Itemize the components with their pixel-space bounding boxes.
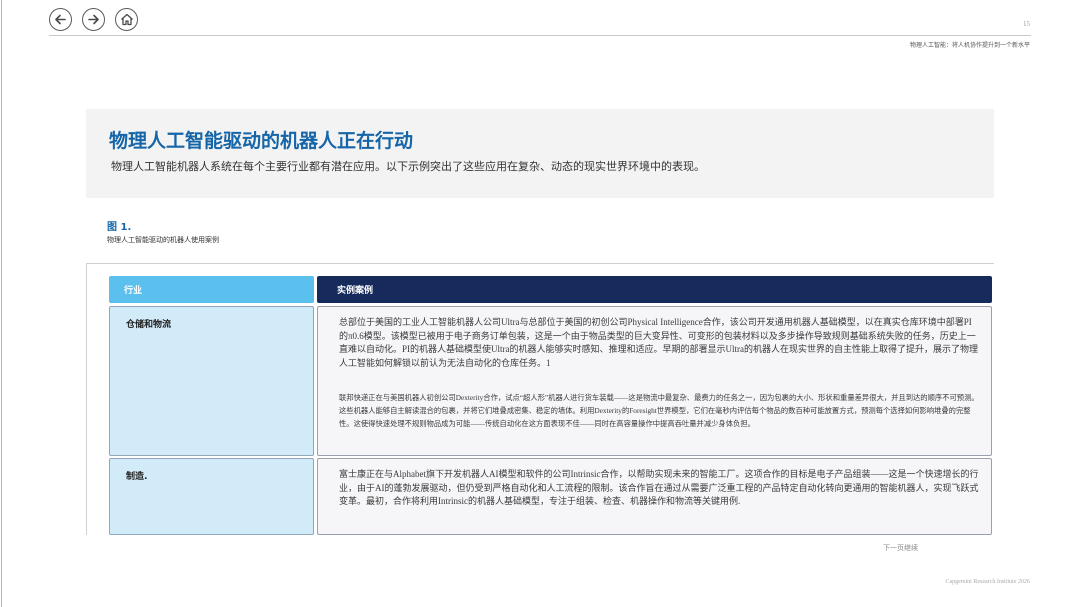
figure-caption: 物理人工智能驱动的机器人使用案例: [107, 236, 219, 244]
column-header-industry-label: 行业: [124, 286, 143, 296]
back-button[interactable]: [49, 8, 72, 31]
industry-label: 制造.: [126, 472, 148, 482]
forward-button[interactable]: [82, 8, 105, 31]
section-intro-text: 物理人工智能机器人系统在每个主要行业都有潜在应用。以下示例突出了这些应用在复杂、…: [111, 160, 705, 173]
arrow-left-icon: [55, 14, 66, 25]
section-title: 物理人工智能驱动的机器人正在行动: [109, 130, 414, 152]
case-paragraph: 联邦快递正在与美国机器人初创公司Dexterity合作，试点“超人形”机器人进行…: [339, 393, 979, 428]
intro-panel: 物理人工智能驱动的机器人正在行动 物理人工智能机器人系统在每个主要行业都有潜在应…: [86, 109, 994, 198]
column-header-cases: 实例案例: [317, 276, 992, 303]
arrow-right-icon: [88, 14, 99, 25]
footer-credit: Capgemini Research Institute 2026: [945, 579, 1030, 585]
column-header-industry: 行业: [109, 276, 314, 303]
case-cell-manufacturing: 富士康正在与Alphabet旗下开发机器人AI模型和软件的公司Intrinsic…: [317, 458, 992, 535]
industry-cell-manufacturing: 制造.: [109, 458, 314, 535]
case-cell-warehouse: 总部位于美国的工业人工智能机器人公司Ultra与总部位于美国的初创公司Physi…: [317, 306, 992, 456]
home-icon: [120, 13, 133, 26]
page-number: 15: [1023, 20, 1030, 28]
industry-label: 仓储和物流: [126, 320, 172, 330]
continue-note: 下一页继续: [883, 544, 918, 552]
figure-label: 图 1.: [107, 222, 132, 233]
home-button[interactable]: [115, 8, 138, 31]
case-paragraph: 富士康正在与Alphabet旗下开发机器人AI模型和软件的公司Intrinsic…: [339, 469, 979, 506]
case-paragraph: 总部位于美国的工业人工智能机器人公司Ultra与总部位于美国的初创公司Physi…: [339, 317, 978, 368]
industry-cell-warehouse: 仓储和物流: [109, 306, 314, 456]
figure-side-rule: [86, 263, 87, 535]
figure-divider: [86, 263, 994, 264]
document-title: 物理人工智能：将人机协作提升到一个新水平: [909, 42, 1030, 49]
header-divider: [49, 35, 1031, 36]
column-header-cases-label: 实例案例: [337, 286, 374, 296]
page-edge-rule: [1, 0, 2, 607]
